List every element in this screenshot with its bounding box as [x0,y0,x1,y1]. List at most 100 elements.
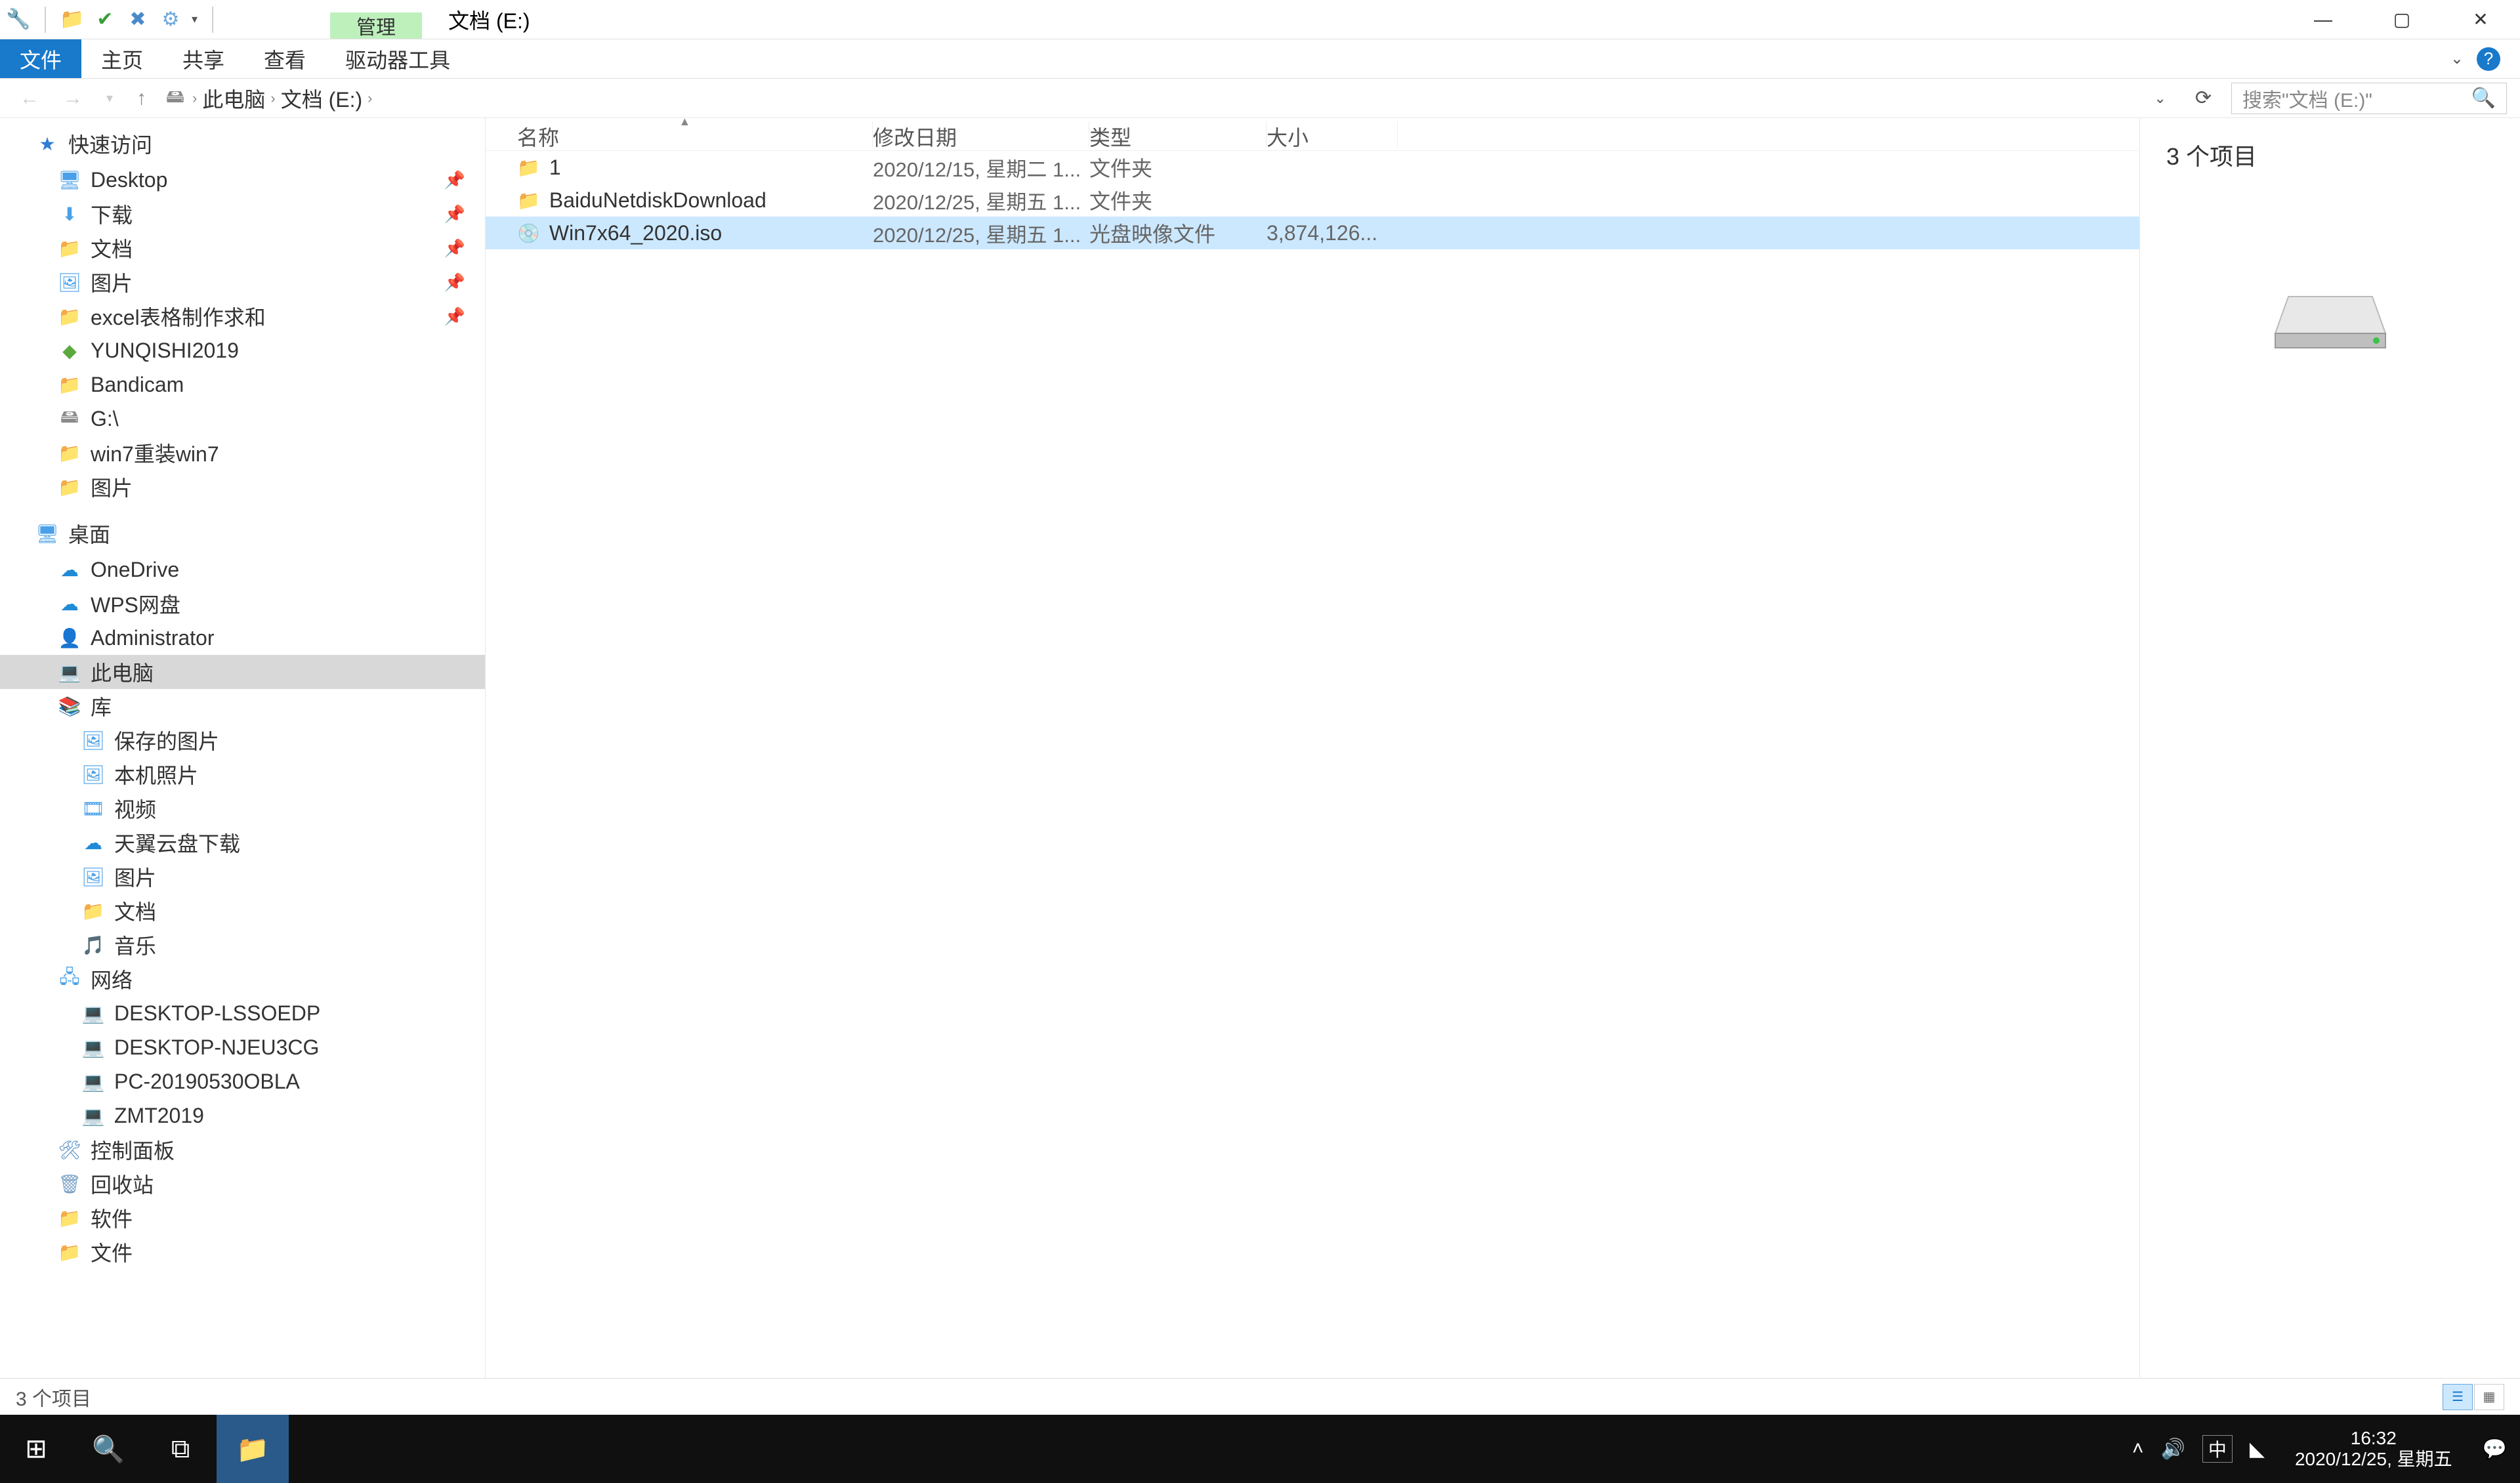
nav-pictures[interactable]: 🖼图片📌 [0,265,485,299]
start-button[interactable]: ⊞ [0,1415,72,1483]
address-dropdown-icon[interactable]: ⌄ [2145,90,2175,107]
nav-libraries[interactable]: 📚库 [0,689,485,723]
column-name[interactable]: ▲名称 [486,121,873,148]
nav-bandicam[interactable]: 📁Bandicam [0,367,485,402]
preview-pane: 3 个项目 [2139,118,2520,1378]
ribbon-tab-file[interactable]: 文件 [0,39,81,78]
separator [45,7,46,33]
column-size[interactable]: 大小 [1267,121,1398,148]
file-row[interactable]: 📁BaiduNetdiskDownload2020/12/25, 星期五 1..… [486,184,2139,217]
maximize-button[interactable]: ▢ [2362,0,2441,39]
column-date[interactable]: 修改日期 [873,121,1089,148]
volume-icon[interactable]: 🔊 [2160,1438,2185,1461]
nav-documents[interactable]: 📁文档📌 [0,231,485,265]
chevron-right-icon: › [270,90,275,107]
nav-g-drive[interactable]: 🖴G:\ [0,402,485,436]
nav-onedrive[interactable]: ☁OneDrive [0,553,485,587]
file-type: 文件夹 [1089,185,1267,215]
search-placeholder: 搜索"文档 (E:)" [2242,84,2372,113]
context-tab-manage[interactable]: 管理 [330,12,422,39]
quick-access-toolbar: 🔧 📁 ✔ ✖ ⚙ ▾ [0,7,225,33]
up-button[interactable]: ↑ [130,87,153,110]
properties-icon[interactable]: 🔧 [7,8,30,31]
expand-ribbon-icon[interactable]: ⌄ [2450,49,2464,68]
nav-wps[interactable]: ☁WPS网盘 [0,587,485,621]
nav-lib-pictures[interactable]: 🖼图片 [0,860,485,894]
taskbar: ⊞ 🔍 ⧉ 📁 ˄ 🔊 中 ◣ 16:32 2020/12/25, 星期五 💬 [0,1415,2520,1483]
ime-indicator[interactable]: 中 [2202,1435,2233,1463]
nav-recycle-bin[interactable]: 🗑回收站 [0,1167,485,1201]
icons-view-button[interactable]: ▦ [2474,1384,2504,1410]
nav-net-pc2[interactable]: 💻DESKTOP-NJEU3CG [0,1030,485,1064]
gear-icon[interactable]: ⚙ [159,8,182,31]
file-explorer-taskbar[interactable]: 📁 [217,1415,289,1483]
file-row[interactable]: 💿Win7x64_2020.iso2020/12/25, 星期五 1...光盘映… [486,217,2139,249]
x-icon[interactable]: ✖ [126,8,150,31]
nav-this-pc[interactable]: 💻此电脑 [0,655,485,689]
nav-lib-documents[interactable]: 📁文档 [0,894,485,928]
file-row[interactable]: 📁12020/12/15, 星期二 1...文件夹 [486,151,2139,184]
chevron-down-icon[interactable]: ▾ [192,12,198,26]
preview-title: 3 个项目 [2166,138,2494,172]
cloud-icon: ☁ [81,832,105,854]
column-type[interactable]: 类型 [1089,121,1267,148]
nav-lib-music[interactable]: 🎵音乐 [0,928,485,962]
ribbon-tab-home[interactable]: 主页 [81,39,163,78]
nav-saved-pictures[interactable]: 🖼保存的图片 [0,723,485,757]
folder-icon[interactable]: 📁 [60,8,84,31]
iso-icon: 💿 [517,222,540,244]
nav-tianyi[interactable]: ☁天翼云盘下载 [0,825,485,860]
task-view-button[interactable]: ⧉ [144,1415,217,1483]
nav-downloads[interactable]: ⬇下载📌 [0,197,485,231]
nav-pictures2[interactable]: 📁图片 [0,470,485,504]
forward-button[interactable]: → [56,87,89,110]
nav-control-panel[interactable]: 🛠控制面板 [0,1133,485,1167]
ribbon: 文件 主页 共享 查看 驱动器工具 ⌄ ? [0,39,2520,79]
recent-dropdown-icon[interactable]: ▾ [100,90,119,106]
nav-quick-access[interactable]: ★快速访问 [0,125,485,163]
system-tray: ˄ 🔊 中 ◣ 16:32 2020/12/25, 星期五 💬 [2132,1428,2520,1470]
ribbon-tab-share[interactable]: 共享 [163,39,244,78]
details-view-button[interactable]: ☰ [2443,1384,2473,1410]
minimize-button[interactable]: — [2284,0,2362,39]
ta taskbar-clock[interactable]: 16:32 2020/12/25, 星期五 [2282,1428,2466,1470]
nav-files[interactable]: 📁文件 [0,1235,485,1269]
window-controls: — ▢ ✕ [2284,0,2520,39]
tray-app-icon[interactable]: ◣ [2250,1438,2265,1461]
file-date: 2020/12/25, 星期五 1... [873,186,1089,215]
nav-net-pc3[interactable]: 💻PC-20190530OBLA [0,1064,485,1098]
nav-network[interactable]: 🖧网络 [0,962,485,996]
main-area: ★快速访问 🖥Desktop📌 ⬇下载📌 📁文档📌 🖼图片📌 📁excel表格制… [0,118,2520,1378]
breadcrumb[interactable]: 🖴 › 此电脑 › 文档 (E:) › [163,83,372,114]
search-button[interactable]: 🔍 [72,1415,144,1483]
back-button[interactable]: ← [13,87,46,110]
search-input[interactable]: 搜索"文档 (E:)" 🔍 [2231,83,2507,114]
nav-net-pc4[interactable]: 💻ZMT2019 [0,1098,485,1133]
refresh-button[interactable]: ⟳ [2186,87,2221,110]
crumb-root[interactable]: 此电脑 [202,83,265,114]
nav-camera-roll[interactable]: 🖼本机照片 [0,757,485,791]
address-bar: ← → ▾ ↑ 🖴 › 此电脑 › 文档 (E:) › ⌄ ⟳ 搜索"文档 (E… [0,79,2520,118]
ribbon-tab-drive-tools[interactable]: 驱动器工具 [326,39,470,78]
nav-win7-reinstall[interactable]: 📁win7重装win7 [0,436,485,470]
action-center-icon[interactable]: 💬 [2483,1438,2507,1461]
column-headers: ▲名称 修改日期 类型 大小 [486,118,2139,151]
nav-desktop-root[interactable]: 🖥桌面 [0,514,485,553]
help-icon[interactable]: ? [2477,47,2500,71]
nav-yunqishi[interactable]: ◆YUNQISHI2019 [0,333,485,367]
folder-icon: 📁 [58,238,81,259]
nav-administrator[interactable]: 👤Administrator [0,621,485,655]
check-icon[interactable]: ✔ [93,8,117,31]
nav-software[interactable]: 📁软件 [0,1201,485,1235]
crumb-current[interactable]: 文档 (E:) [281,83,362,114]
title-bar: 🔧 📁 ✔ ✖ ⚙ ▾ 管理 文档 (E:) — ▢ ✕ [0,0,2520,39]
close-button[interactable]: ✕ [2441,0,2520,39]
nav-videos[interactable]: 🎞视频 [0,791,485,825]
file-list[interactable]: ▲名称 修改日期 类型 大小 📁12020/12/15, 星期二 1...文件夹… [486,118,2139,1378]
folder-icon: 📁 [517,157,540,178]
nav-desktop[interactable]: 🖥Desktop📌 [0,163,485,197]
ribbon-tab-view[interactable]: 查看 [244,39,326,78]
tray-overflow-icon[interactable]: ˄ [2132,1438,2144,1460]
nav-excel-folder[interactable]: 📁excel表格制作求和📌 [0,299,485,333]
nav-net-pc1[interactable]: 💻DESKTOP-LSSOEDP [0,996,485,1030]
